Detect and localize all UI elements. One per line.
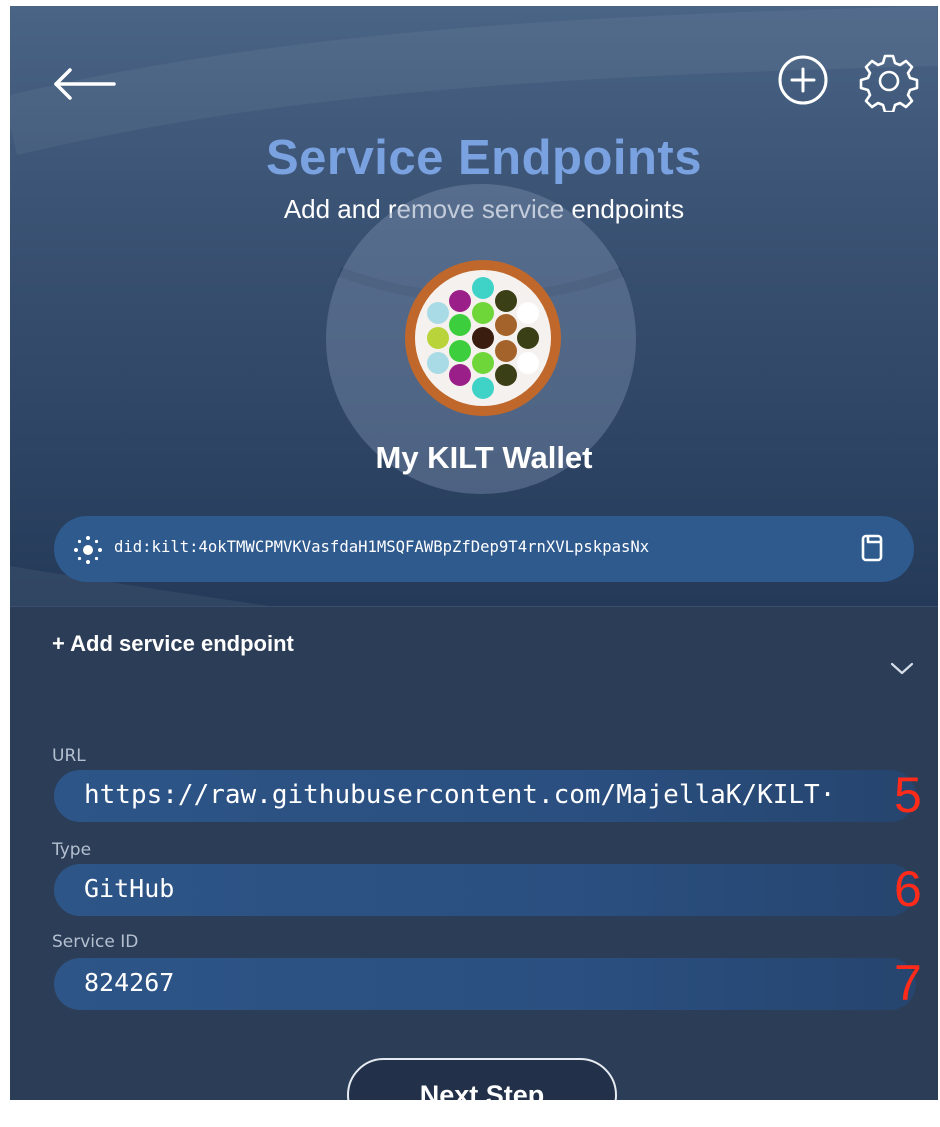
identicon [405, 260, 561, 416]
endpoint-panel [10, 606, 938, 1100]
marker-5: 5 [894, 767, 922, 823]
marker-7: 7 [894, 955, 922, 1011]
next-step-button[interactable]: Next Step [347, 1058, 617, 1100]
add-endpoint-toggle[interactable]: + Add service endpoint [52, 631, 294, 657]
wallet-name: My KILT Wallet [375, 440, 593, 475]
app-window: Service Endpoints Add and remove service… [10, 6, 938, 1100]
add-button[interactable] [774, 51, 832, 109]
url-label: URL [52, 746, 86, 766]
collapse-button[interactable] [888, 656, 916, 680]
page-title: Service Endpoints [265, 131, 702, 185]
service-id-field[interactable]: 824267 [54, 958, 916, 1010]
copy-icon [861, 534, 883, 562]
did-text: did:kilt:4okTMWCPMVKVasfdaH1MSQFAWBpZfDe… [114, 538, 650, 556]
copy-button[interactable] [854, 530, 890, 566]
chevron-down-icon [890, 662, 914, 675]
plus-circle-icon [778, 55, 828, 105]
type-label: Type [52, 840, 92, 860]
avatar [398, 253, 568, 423]
settings-button[interactable] [858, 50, 920, 114]
type-field[interactable]: GitHub [54, 864, 916, 916]
url-field[interactable]: https://raw.githubusercontent.com/Majell… [54, 770, 916, 822]
arrow-left-icon [54, 68, 116, 100]
service-id-label: Service ID [52, 932, 139, 952]
type-value: GitHub [84, 874, 175, 903]
service-id-value: 824267 [84, 968, 175, 997]
did-bar: did:kilt:4okTMWCPMVKVasfdaH1MSQFAWBpZfDe… [54, 516, 914, 582]
back-button[interactable] [48, 58, 120, 110]
sparkle-icon [74, 536, 102, 564]
gear-icon [859, 54, 919, 114]
url-value: https://raw.githubusercontent.com/Majell… [84, 780, 836, 810]
marker-6: 6 [894, 861, 922, 917]
